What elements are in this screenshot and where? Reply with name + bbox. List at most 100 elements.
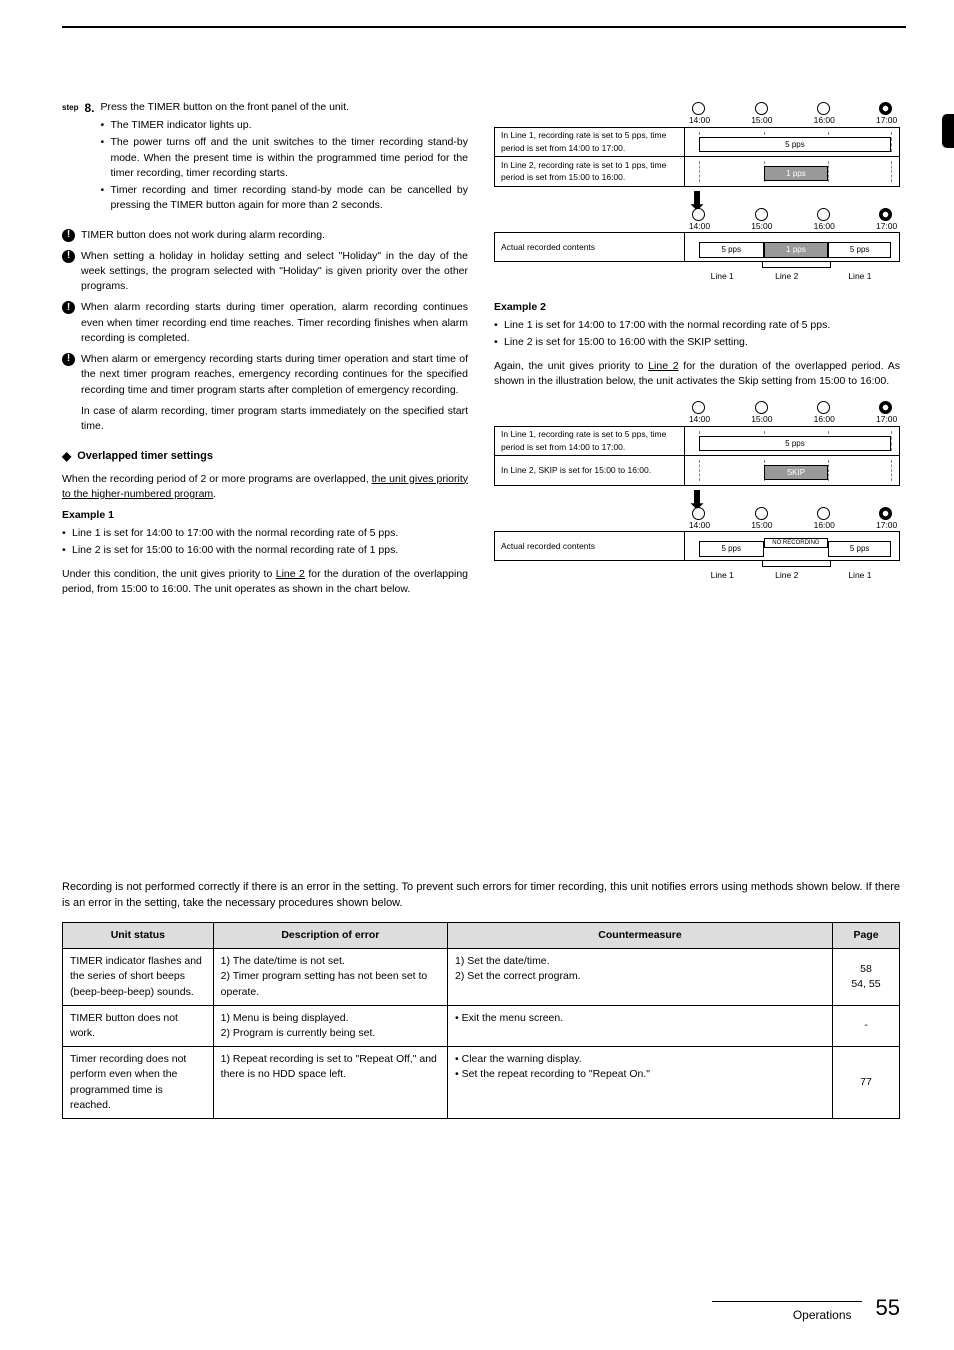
cell-counter: • Clear the warning display. • Set the r… [448,1047,833,1119]
step-label: step [62,100,78,222]
note-tail: In case of alarm recording, timer progra… [62,404,468,434]
arrow-down-icon: ⬇ [494,494,900,507]
left-column: step 8. Press the TIMER button on the fr… [62,100,468,600]
cell-page: 58 54, 55 [833,949,900,1006]
step-bullet: The TIMER indicator lights up. [100,118,468,133]
overlap-heading: ◆ Overlapped timer settings [62,448,468,465]
overlap-heading-text: Overlapped timer settings [77,449,213,465]
tick-label: 17:00 [876,115,897,125]
chart-bar: 5 pps [699,242,764,258]
section-name: Operations [793,1308,852,1322]
chart-row-label: In Line 2, recording rate is set to 1 pp… [494,157,685,187]
chart-example1: 14:00 15:00 16:00 17:00 In Line 1, recor… [494,102,900,290]
tick-label: 16:00 [814,221,835,231]
warning-icon: ! [62,353,75,366]
cell-page: 77 [833,1047,900,1119]
ex2-bullet: Line 1 is set for 14:00 to 17:00 with th… [494,318,900,333]
th-desc: Description of error [213,922,447,948]
line2-label: Line 2 [775,569,798,581]
cell-page: - [833,1005,900,1046]
step-8: step 8. Press the TIMER button on the fr… [62,100,468,222]
example2-para: Again, the unit gives priority to Line 2… [494,359,900,389]
step-number: 8. [84,100,94,222]
th-counter: Countermeasure [448,922,833,948]
th-status: Unit status [63,922,214,948]
line2-label: Line 2 [775,270,798,282]
ex2-p-a: Again, the unit gives priority to [494,360,648,372]
diamond-icon: ◆ [62,448,71,465]
warning-icon: ! [62,301,75,314]
main-columns: step 8. Press the TIMER button on the fr… [62,100,900,600]
ex1-bullet: Line 2 is set for 15:00 to 16:00 with th… [62,543,468,558]
tick-label: 15:00 [751,221,772,231]
chart-bar: NO RECORDING [764,538,829,548]
th-page: Page [833,922,900,948]
chart-ticks: 14:00 15:00 16:00 17:00 [685,102,900,127]
note-text: When alarm recording starts during timer… [81,300,468,346]
tick-label: 17:00 [876,520,897,530]
tab-marker [942,114,954,148]
chart-row-label: Actual recorded contents [494,531,685,561]
page-footer: Operations 55 [62,1292,900,1324]
error-intro: Recording is not performed correctly if … [62,880,900,912]
ex1-p-u: Line 2 [276,568,305,580]
example2-bullets: Line 1 is set for 14:00 to 17:00 with th… [494,318,900,350]
cell-counter: 1) Set the date/time. 2) Set the correct… [448,949,833,1006]
right-column: 14:00 15:00 16:00 17:00 In Line 1, recor… [494,100,900,600]
tick-label: 14:00 [689,115,710,125]
line1-label: Line 1 [848,270,871,282]
note-text: TIMER button does not work during alarm … [81,228,468,243]
line1-label: Line 1 [848,569,871,581]
line-labels: Line 2 Line 1 Line 1 [685,262,900,290]
chart-row-label: In Line 1, recording rate is set to 5 pp… [494,426,685,456]
tick-label: 14:00 [689,221,710,231]
example1-para: Under this condition, the unit gives pri… [62,567,468,597]
arrow-down-icon: ⬇ [494,195,900,208]
cell-status: TIMER indicator flashes and the series o… [63,949,214,1006]
tick-label: 15:00 [751,414,772,424]
chart-example2: 14:00 15:00 16:00 17:00 In Line 1, recor… [494,401,900,589]
example1-bullets: Line 1 is set for 14:00 to 17:00 with th… [62,526,468,558]
note-1: ! TIMER button does not work during alarm… [62,228,468,243]
tick-label: 16:00 [814,520,835,530]
tick-label: 14:00 [689,520,710,530]
chart-row-label: In Line 1, recording rate is set to 5 pp… [494,127,685,157]
note-2: !When setting a holiday in holiday setti… [62,249,468,295]
cell-desc: 1) Menu is being displayed. 2) Program i… [213,1005,447,1046]
chart-bar: 1 pps [764,242,829,258]
cell-status: Timer recording does not perform even wh… [63,1047,214,1119]
chart-row-label: In Line 2, SKIP is set for 15:00 to 16:0… [494,456,685,486]
warning-icon: ! [62,229,75,242]
tick-label: 17:00 [876,221,897,231]
step-bullet: The power turns off and the unit switche… [100,135,468,181]
ex2-p-u: Line 2 [648,360,678,372]
chart-bar: 5 pps [699,137,891,153]
top-rule [62,26,906,28]
overlap-intro-a: When the recording period of 2 or more p… [62,473,372,485]
overlap-intro: When the recording period of 2 or more p… [62,472,468,502]
overlap-intro-b: . [213,488,216,500]
chart-bar: 5 pps [699,436,891,452]
tick-label: 15:00 [751,520,772,530]
table-row: TIMER indicator flashes and the series o… [63,949,900,1006]
note-3: ! When alarm recording starts during time… [62,300,468,346]
tick-label: 17:00 [876,414,897,424]
step-text: Press the TIMER button on the front pane… [100,101,348,113]
tick-label: 16:00 [814,414,835,424]
chart-bar: 5 pps [828,242,891,258]
step-body: Press the TIMER button on the front pane… [100,100,468,222]
chart-bar: 5 pps [828,541,891,557]
note-4: !When alarm or emergency recording start… [62,352,468,398]
step-bullets: The TIMER indicator lights up. The power… [100,118,468,213]
cell-desc: 1) Repeat recording is set to "Repeat Of… [213,1047,447,1119]
warning-icon: ! [62,250,75,263]
page-number: 55 [876,1292,900,1324]
step-bullet: Timer recording and timer recording stan… [100,183,468,213]
error-table: Unit status Description of error Counter… [62,922,900,1119]
cell-status: TIMER button does not work. [63,1005,214,1046]
line1-label: Line 1 [711,270,734,282]
chart-row-label: Actual recorded contents [494,232,685,262]
line1-label: Line 1 [711,569,734,581]
cell-desc: 1) The date/time is not set. 2) Timer pr… [213,949,447,1006]
example2-title: Example 2 [494,300,900,315]
